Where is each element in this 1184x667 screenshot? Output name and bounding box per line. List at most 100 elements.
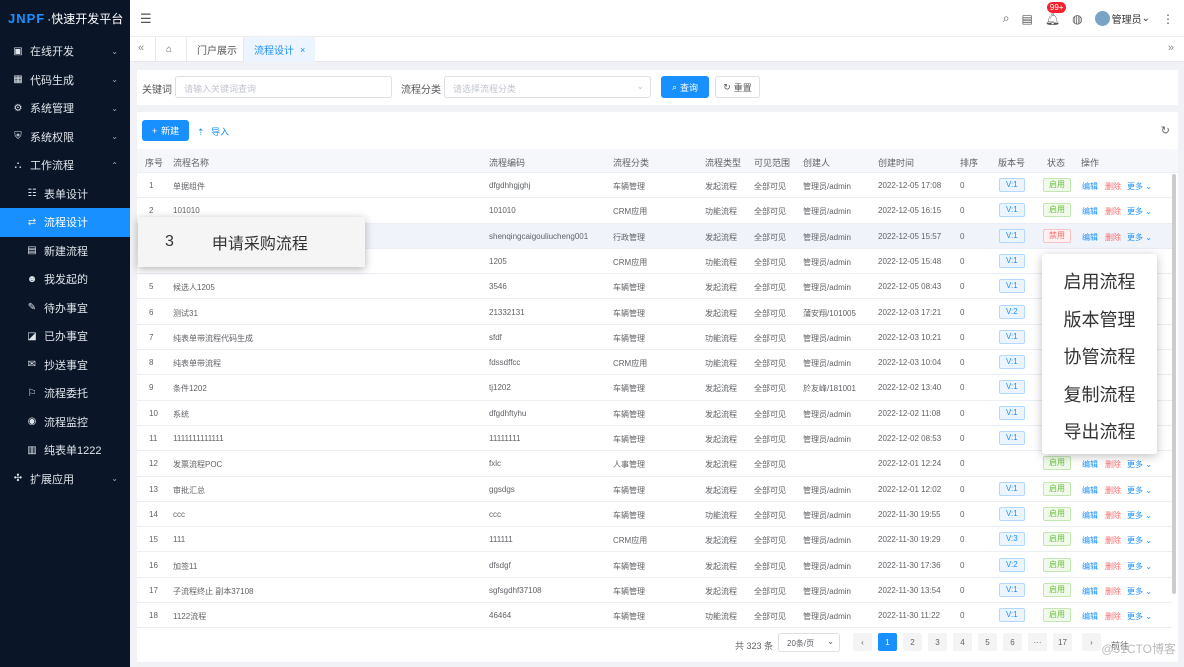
sidebar-item[interactable]: ▣ 在线开发 ⌄ bbox=[0, 37, 130, 66]
table-row[interactable]: 16 加签11 dfsdgf 车辆管理 发起流程 全部可见 管理员/admin 2022-11… bbox=[137, 553, 1172, 578]
sidebar-item[interactable]: ☻ 我发起的 bbox=[0, 265, 130, 294]
delete-link[interactable]: 删除 bbox=[1105, 510, 1121, 521]
page-button[interactable]: ··· bbox=[1028, 633, 1047, 651]
tabs-next-icon[interactable]: » bbox=[1168, 42, 1174, 54]
sidebar-item[interactable]: ⚐ 流程委托 bbox=[0, 379, 130, 408]
edit-link[interactable]: 编辑 bbox=[1082, 611, 1098, 622]
next-page-button[interactable]: › bbox=[1082, 633, 1101, 651]
keyword-input[interactable]: 请输入关键词查询 bbox=[175, 76, 392, 98]
table-row[interactable]: 12 发票流程POC fxlc 人事管理 发起流程 全部可见 2022-12-01 12:2… bbox=[137, 451, 1172, 477]
more-link[interactable]: 更多 ⌄ bbox=[1127, 459, 1152, 470]
delete-link[interactable]: 删除 bbox=[1105, 485, 1121, 496]
more-link[interactable]: 更多 ⌄ bbox=[1127, 586, 1152, 597]
sidebar-item[interactable]: ⇄ 流程设计 bbox=[0, 208, 130, 237]
globe-icon[interactable]: ◍ bbox=[1072, 12, 1082, 26]
app-logo[interactable]: JNPF ·快速开发平台 bbox=[0, 0, 130, 37]
message-icon[interactable]: ▤ bbox=[1022, 12, 1033, 26]
more-link[interactable]: 更多 ⌄ bbox=[1127, 561, 1152, 572]
prev-page-button[interactable]: ‹ bbox=[853, 633, 872, 651]
more-link[interactable]: 更多 ⌄ bbox=[1127, 485, 1152, 496]
sidebar-item[interactable]: ▦ 代码生成 ⌄ bbox=[0, 66, 130, 95]
sidebar-item[interactable]: ⛨ 系统权限 ⌄ bbox=[0, 123, 130, 152]
edit-link[interactable]: 编辑 bbox=[1082, 459, 1098, 470]
page-size-select[interactable]: 20条/页 ⌄ bbox=[778, 633, 840, 652]
tab-flow-design[interactable]: 流程设计 × bbox=[243, 37, 316, 62]
edit-link[interactable]: 编辑 bbox=[1082, 232, 1098, 243]
table-row[interactable]: 15 111 111111 CRM应用 发起流程 全部可见 管理员/admin 2022-11… bbox=[137, 527, 1172, 553]
bell-icon[interactable]: 🔔︎ 99+ bbox=[1045, 1, 1067, 26]
more-link[interactable]: 更多 ⌄ bbox=[1127, 611, 1152, 622]
dropdown-item[interactable]: 协管流程 bbox=[1042, 343, 1157, 369]
table-row[interactable]: 11 1111111111111 11111111 车辆管理 发起流程 全部可见 管理员/a… bbox=[137, 426, 1172, 452]
edit-link[interactable]: 编辑 bbox=[1082, 535, 1098, 546]
table-row[interactable]: 17 子流程终止 副本37108 sgfsgdhf37108 车辆管理 发起流程 全部可见… bbox=[137, 578, 1172, 604]
sidebar-item[interactable]: ⚙ 系统管理 ⌄ bbox=[0, 94, 130, 123]
more-link[interactable]: 更多 ⌄ bbox=[1127, 206, 1152, 217]
table-row[interactable]: 13 审批汇总 ggsdgs 车辆管理 发起流程 全部可见 管理员/admin 2022-12… bbox=[137, 477, 1172, 502]
more-vertical-icon[interactable]: ⋮ bbox=[1162, 12, 1174, 26]
dropdown-item[interactable]: 复制流程 bbox=[1042, 381, 1157, 407]
page-button[interactable]: 17 bbox=[1053, 633, 1072, 651]
edit-link[interactable]: 编辑 bbox=[1082, 586, 1098, 597]
scrollbar[interactable] bbox=[1172, 174, 1176, 594]
table-row[interactable]: 7 纯表单带流程代码生成 sfdf 车辆管理 功能流程 全部可见 管理员/admin 2022… bbox=[137, 325, 1172, 351]
delete-link[interactable]: 删除 bbox=[1105, 586, 1121, 597]
page-button[interactable]: 5 bbox=[978, 633, 997, 651]
category-select[interactable]: 请选择流程分类 ⌄ bbox=[444, 76, 651, 98]
sidebar-item[interactable]: ✎ 待办事宜 bbox=[0, 294, 130, 323]
close-icon[interactable]: × bbox=[300, 45, 305, 55]
menu-toggle-icon[interactable]: ☰ bbox=[140, 11, 152, 27]
query-button[interactable]: ⌕ 查询 bbox=[661, 76, 709, 98]
page-button[interactable]: 6 bbox=[1003, 633, 1022, 651]
page-button[interactable]: 2 bbox=[903, 633, 922, 651]
edit-link[interactable]: 编辑 bbox=[1082, 510, 1098, 521]
sidebar-item[interactable]: ✉ 抄送事宜 bbox=[0, 351, 130, 380]
more-link[interactable]: 更多 ⌄ bbox=[1127, 181, 1152, 192]
table-row[interactable]: 8 纯表单带流程 fdssdffcc CRM应用 功能流程 全部可见 管理员/admin 20… bbox=[137, 350, 1172, 376]
sidebar-item[interactable]: ☷ 表单设计 bbox=[0, 180, 130, 209]
delete-link[interactable]: 删除 bbox=[1105, 535, 1121, 546]
import-button[interactable]: ⇡ 导入 bbox=[197, 125, 229, 138]
edit-link[interactable]: 编辑 bbox=[1082, 181, 1098, 192]
tab-home[interactable]: ⌂ bbox=[155, 37, 182, 62]
delete-link[interactable]: 删除 bbox=[1105, 611, 1121, 622]
reset-button[interactable]: ↻ 重置 bbox=[715, 76, 760, 98]
page-button[interactable]: 3 bbox=[928, 633, 947, 651]
sidebar-item[interactable]: ◉ 流程监控 bbox=[0, 408, 130, 437]
table-row[interactable]: 1 单据组件 dfgdhhgjghj 车辆管理 发起流程 全部可见 管理员/admin 202… bbox=[137, 173, 1172, 199]
page-button[interactable]: 4 bbox=[953, 633, 972, 651]
sidebar-item[interactable]: ▤ 新建流程 bbox=[0, 237, 130, 266]
table-row[interactable]: 14 ccc ccc 车辆管理 功能流程 全部可见 管理员/admin 2022-11-30 … bbox=[137, 502, 1172, 528]
sidebar-item[interactable]: ⛬ 工作流程 ⌃ bbox=[0, 151, 130, 180]
tab-portal[interactable]: 门户展示 bbox=[186, 37, 247, 62]
delete-link[interactable]: 删除 bbox=[1105, 561, 1121, 572]
delete-link[interactable]: 删除 bbox=[1105, 181, 1121, 192]
more-link[interactable]: 更多 ⌄ bbox=[1127, 535, 1152, 546]
page-button[interactable]: 1 bbox=[878, 633, 897, 651]
more-link[interactable]: 更多 ⌄ bbox=[1127, 232, 1152, 243]
delete-link[interactable]: 删除 bbox=[1105, 232, 1121, 243]
new-button[interactable]: + 新建 bbox=[142, 120, 189, 141]
sidebar-item[interactable]: ✣ 扩展应用 ⌄ bbox=[0, 465, 130, 494]
dropdown-item[interactable]: 导出流程 bbox=[1042, 418, 1157, 444]
dropdown-item[interactable]: 启用流程 bbox=[1042, 268, 1157, 294]
tabs-prev-icon[interactable]: « bbox=[138, 42, 144, 54]
dropdown-item[interactable]: 版本管理 bbox=[1042, 306, 1157, 332]
table-row[interactable]: 6 测试31 21332131 车辆管理 发起流程 全部可见 蒲安翔/101005 2022-… bbox=[137, 300, 1172, 325]
more-link[interactable]: 更多 ⌄ bbox=[1127, 510, 1152, 521]
user-menu[interactable]: 管理员 ⌄ bbox=[1094, 11, 1150, 26]
sidebar-item[interactable]: ◪ 已办事宜 bbox=[0, 322, 130, 351]
table-row[interactable]: 9 条件1202 tj1202 车辆管理 发起流程 全部可见 於友峰/181001 2022-… bbox=[137, 375, 1172, 401]
delete-link[interactable]: 删除 bbox=[1105, 206, 1121, 217]
delete-link[interactable]: 删除 bbox=[1105, 459, 1121, 470]
sidebar-item[interactable]: ▥ 纯表单1222 bbox=[0, 436, 130, 465]
edit-link[interactable]: 编辑 bbox=[1082, 206, 1098, 217]
version-tag: V:1 bbox=[999, 355, 1025, 370]
edit-link[interactable]: 编辑 bbox=[1082, 561, 1098, 572]
refresh-icon[interactable]: ↻ bbox=[1161, 124, 1170, 137]
table-row[interactable]: 18 1122流程 46464 车辆管理 功能流程 全部可见 管理员/admin 2022-1… bbox=[137, 603, 1172, 629]
table-row[interactable]: 10 系统 dfgdhftyhu 车辆管理 发起流程 全部可见 管理员/admin 2022-… bbox=[137, 401, 1172, 426]
search-icon[interactable]: ⌕ bbox=[1003, 11, 1010, 26]
table-row[interactable]: 5 候选人1205 3546 车辆管理 发起流程 全部可见 管理员/admin 2022-12… bbox=[137, 274, 1172, 300]
edit-link[interactable]: 编辑 bbox=[1082, 485, 1098, 496]
